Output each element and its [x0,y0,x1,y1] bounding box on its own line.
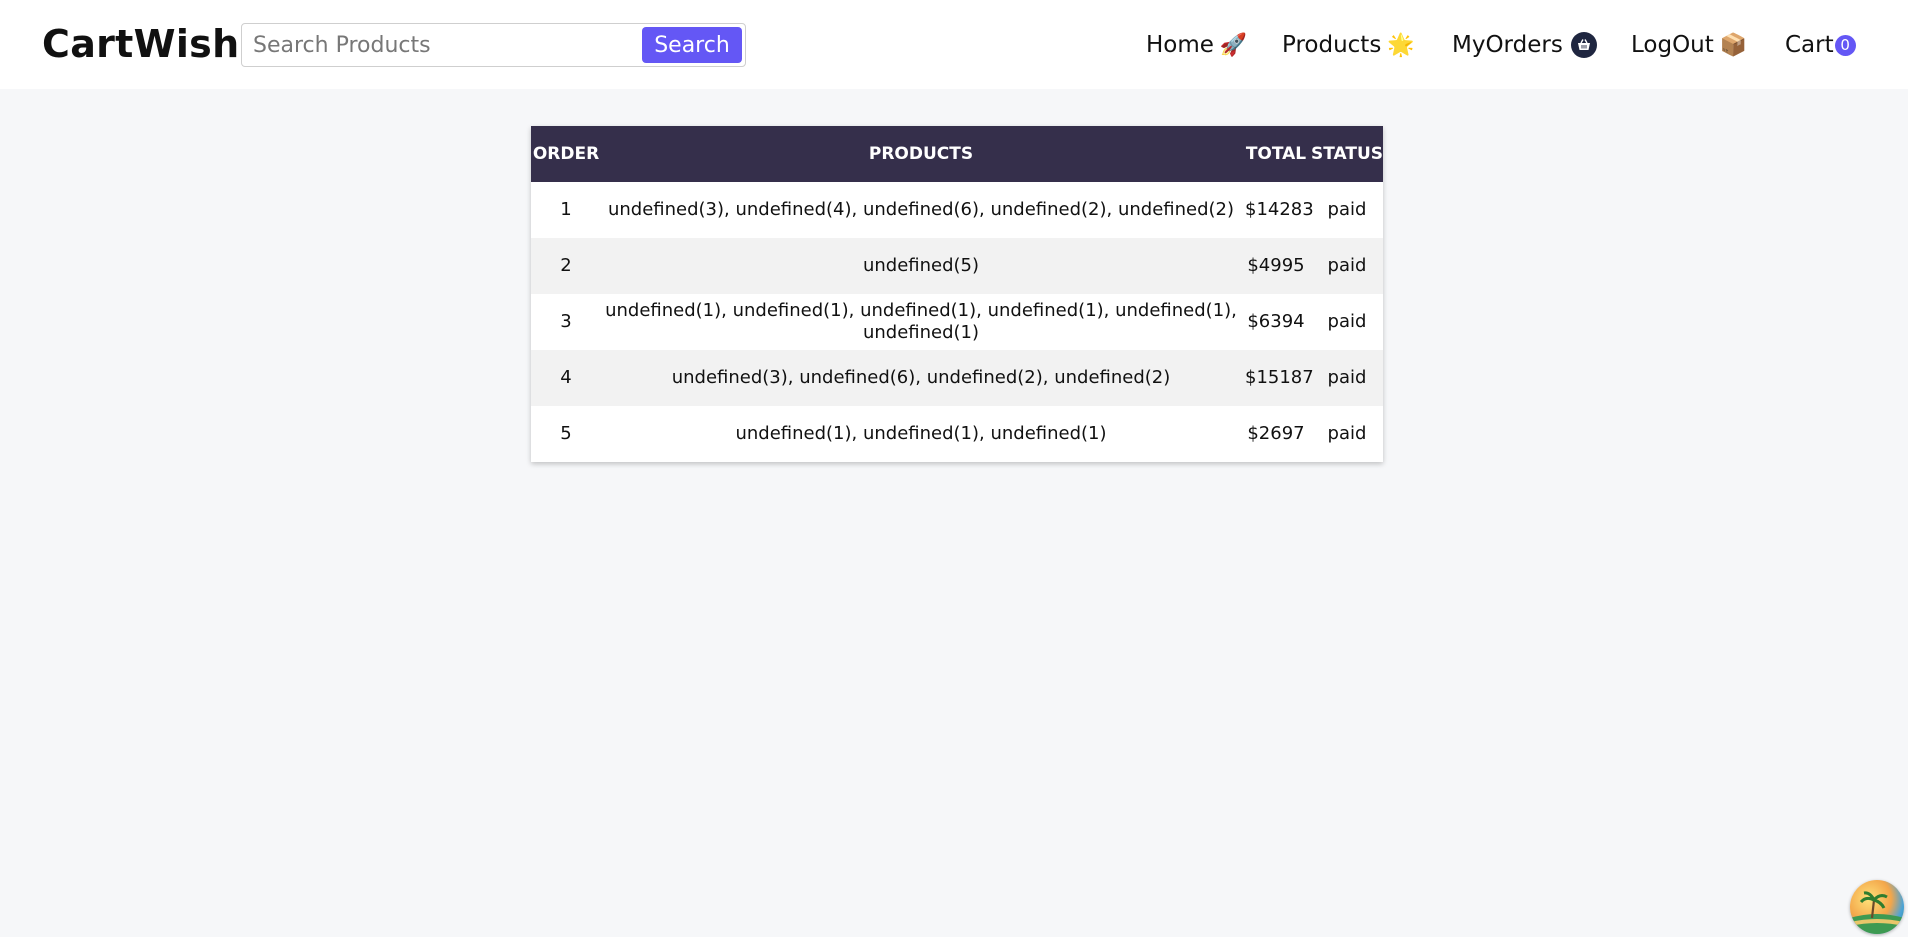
order-total-cell: $14283 [1245,199,1314,220]
order-status-cell: paid [1327,423,1367,444]
cart-count-badge: 0 [1834,34,1856,56]
order-status-cell: paid [1327,199,1367,220]
navbar: CartWish Search Home 🚀 Products 🌟 MyOrde… [0,0,1908,89]
orders-table: ORDER PRODUCTS TOTAL STATUS 1 undefined(… [531,126,1383,462]
package-icon: 📦 [1719,32,1748,58]
nav-link-logout[interactable]: LogOut 📦 [1631,27,1747,63]
orders-table-body: 1 undefined(3), undefined(4), undefined(… [531,182,1383,462]
order-number-cell: 5 [560,423,572,444]
nav-links: Home 🚀 Products 🌟 MyOrders LogOut 📦 Cart… [0,27,1908,63]
column-header-total: TOTAL [1245,144,1307,164]
table-row: 2 undefined(5) $4995 paid [531,238,1383,294]
order-number-cell: 1 [560,199,572,220]
column-header-order: ORDER [532,144,600,164]
nav-link-logout-label: LogOut [1631,32,1714,58]
column-header-products: PRODUCTS [868,144,974,164]
table-row: 1 undefined(3), undefined(4), undefined(… [531,182,1383,238]
nav-link-home[interactable]: Home 🚀 [1146,27,1247,63]
table-row: 4 undefined(3), undefined(6), undefined(… [531,350,1383,406]
rocket-icon: 🚀 [1219,32,1248,58]
orders-table-container: ORDER PRODUCTS TOTAL STATUS 1 undefined(… [531,126,1383,462]
order-status-cell: paid [1327,311,1367,332]
order-products-cell: undefined(3), undefined(4), undefined(6)… [607,199,1235,220]
order-products-cell: undefined(3), undefined(6), undefined(2)… [671,367,1171,388]
table-row: 3 undefined(1), undefined(1), undefined(… [531,294,1383,350]
column-header-status: STATUS [1311,144,1384,164]
order-total-cell: $6394 [1247,311,1305,332]
star-icon: 🌟 [1387,32,1415,58]
nav-link-cart-label: Cart [1785,32,1834,58]
table-row: 5 undefined(1), undefined(1), undefined(… [531,406,1383,462]
nav-link-products[interactable]: Products 🌟 [1282,27,1415,63]
nav-link-myorders[interactable]: MyOrders [1452,27,1597,63]
nav-link-home-label: Home [1146,32,1214,58]
order-products-cell: undefined(1), undefined(1), undefined(1)… [605,300,1237,343]
order-products-cell: undefined(1), undefined(1), undefined(1) [735,423,1107,444]
order-total-cell: $15187 [1245,367,1314,388]
floating-assistant-avatar[interactable] [1850,880,1904,934]
basket-icon [1570,32,1597,58]
order-total-cell: $4995 [1247,255,1305,276]
order-total-cell: $2697 [1247,423,1305,444]
order-status-cell: paid [1327,367,1367,388]
order-status-cell: paid [1327,255,1367,276]
orders-table-head: ORDER PRODUCTS TOTAL STATUS [531,126,1383,182]
order-products-cell: undefined(5) [862,255,980,276]
order-number-cell: 2 [560,255,572,276]
nav-link-cart[interactable]: Cart 0 [1785,27,1856,63]
order-number-cell: 3 [560,311,572,332]
nav-link-myorders-label: MyOrders [1452,32,1563,58]
nav-link-products-label: Products [1282,32,1382,58]
table-header-row: ORDER PRODUCTS TOTAL STATUS [531,126,1383,182]
order-number-cell: 4 [560,367,572,388]
